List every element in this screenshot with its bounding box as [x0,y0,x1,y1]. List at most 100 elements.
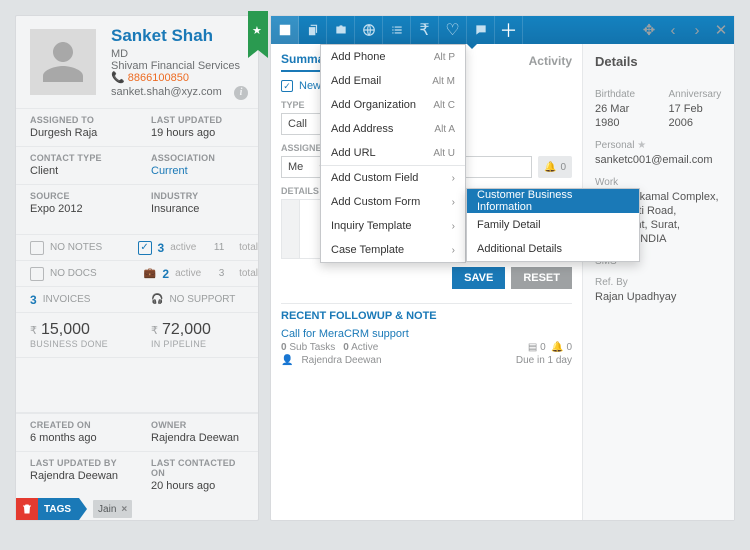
no-notes[interactable]: NO NOTES [16,241,124,255]
assigned-to-value: Durgesh Raja [30,127,123,139]
recent-header: RECENT FOLLOWUP & NOTE [281,303,572,322]
last-contacted-on-value: 20 hours ago [151,480,244,492]
industry-label: INDUSTRY [151,191,244,201]
facts-grid: ASSIGNED TO Durgesh Raja LAST UPDATED 19 h… [16,108,258,222]
contact-name[interactable]: Sanket Shah [111,26,213,46]
save-button[interactable]: SAVE [452,267,505,289]
notes-icon [30,241,44,255]
docs-icon [30,267,44,281]
no-docs[interactable]: NO DOCS [16,267,130,281]
in-pipeline: ₹72,000IN PIPELINE [137,313,258,357]
toolbar-list-icon[interactable] [383,16,411,44]
source-value: Expo 2012 [30,203,123,215]
refby-value: Rajan Upadhyay [595,290,722,304]
menu-add-url[interactable]: Add URLAlt U [321,141,465,165]
anniversary-value: 17 Feb 2006 [669,102,723,130]
submenu-family-detail[interactable]: Family Detail [467,213,639,237]
prev-icon[interactable]: ‹ [664,21,682,39]
submenu-additional-details[interactable]: Additional Details [467,237,639,261]
next-icon[interactable]: › [688,21,706,39]
briefcase-icon: 💼 [144,268,156,279]
list-icon: ▤ [528,342,537,353]
toolbar-favorite-icon[interactable]: ♡ [439,16,467,44]
assigned-to-label: ASSIGNED TO [30,115,123,125]
birthdate-value: 26 Mar 1980 [595,102,649,130]
chevron-right-icon: › [452,221,455,232]
owner-label: OWNER [151,420,244,430]
recent-item-owner: Rajendra Deewan [301,355,381,366]
bell-icon: 🔔 [551,342,563,353]
details-gutter [282,200,300,258]
contact-email[interactable]: sanket.shah@xyz.com [111,86,222,98]
toolbar-add-button[interactable]: ＋ [495,16,523,44]
close-icon[interactable]: ✕ [712,21,730,39]
cases-stat[interactable]: 💼2active 3 total [130,267,258,281]
toolbar-task-icon[interactable] [271,16,299,44]
delete-button[interactable] [16,498,38,520]
birthdate-label: Birthdate [595,89,649,100]
bookmark-ribbon[interactable]: ★ [248,11,268,50]
recent-item[interactable]: Call for MeraCRM support 0 Sub Tasks 0 A… [281,328,572,366]
chevron-right-icon: › [452,245,455,256]
submenu-customer-business-info[interactable]: Customer Business Information [467,189,639,213]
last-updated-value: 19 hours ago [151,127,244,139]
work-label: Work [595,177,722,188]
stats-block: NO NOTES ✓3active 11 total NO DOCS 💼2act… [16,234,258,358]
contact-type-value: Client [30,165,123,177]
contact-profile-panel: Sanket Shah MD Shivam Financial Services… [15,15,259,521]
star-icon: ★ [637,140,646,151]
tag-remove-icon[interactable]: × [121,504,127,515]
add-custom-form-submenu: Customer Business Information Family Det… [466,188,640,262]
recent-item-due: Due in 1 day [516,355,572,366]
toolbar-copy-icon[interactable] [299,16,327,44]
tag-chip[interactable]: Jain × [93,500,132,518]
personal-email[interactable]: sanketc001@email.com [595,153,722,167]
bell-icon: 🔔 [544,162,556,173]
source-label: SOURCE [30,191,123,201]
trash-icon [21,503,33,515]
details-column: Details Birthdate26 Mar 1980 Anniversary… [583,44,734,520]
menu-add-email[interactable]: Add EmailAlt M [321,69,465,93]
menu-add-phone[interactable]: Add PhoneAlt P [321,45,465,69]
star-icon: ★ [252,24,262,37]
menu-add-address[interactable]: Add AddressAlt A [321,117,465,141]
recent-item-counts: ▤ 0 🔔 0 [528,342,572,353]
created-on-value: 6 months ago [30,432,123,444]
contact-type-label: CONTACT TYPE [30,153,123,163]
reminder-badge[interactable]: 🔔0 [538,156,572,178]
check-icon: ✓ [281,80,293,92]
menu-case-template[interactable]: Case Template› [321,238,465,262]
followups-stat[interactable]: ✓3active 11 total [124,241,258,255]
menu-inquiry-template[interactable]: Inquiry Template› [321,214,465,238]
rupee-icon: ₹ [151,325,158,337]
tab-activity[interactable]: Activity [529,54,572,72]
add-menu: Add PhoneAlt P Add EmailAlt M Add Organi… [320,44,466,263]
move-icon[interactable]: ✥ [640,21,658,39]
menu-add-custom-field[interactable]: Add Custom Field› [321,166,465,190]
toolbar-globe-icon[interactable] [355,16,383,44]
business-done: ₹15,000BUSINESS DONE [16,313,137,357]
info-icon[interactable]: i [234,86,248,100]
avatar [30,29,96,95]
contact-phone[interactable]: 📞 8866100850 [111,71,189,84]
created-on-label: CREATED ON [30,420,123,430]
industry-value: Insurance [151,203,244,215]
tags-bar: TAGS Jain × [16,498,258,520]
toolbar-rupee-icon[interactable]: ₹ [411,16,439,44]
last-updated-by-label: LAST UPDATED BY [30,458,123,468]
menu-add-custom-form[interactable]: Add Custom Form› [321,190,465,214]
tag-text: Jain [98,504,116,515]
last-updated-label: LAST UPDATED [151,115,244,125]
invoices-stat[interactable]: 3INVOICES [16,293,137,307]
association-value[interactable]: Current [151,165,244,177]
menu-add-organization[interactable]: Add OrganizationAlt C [321,93,465,117]
rupee-icon: ₹ [30,325,37,337]
chevron-right-icon: › [452,197,455,208]
headset-icon: 🎧 [151,294,163,305]
no-support[interactable]: 🎧NO SUPPORT [137,294,258,305]
toolbar-chat-icon[interactable] [467,16,495,44]
toolbar-briefcase-icon[interactable] [327,16,355,44]
tags-label[interactable]: TAGS [38,498,79,520]
reset-button[interactable]: RESET [511,267,572,289]
details-header: Details [595,54,722,69]
